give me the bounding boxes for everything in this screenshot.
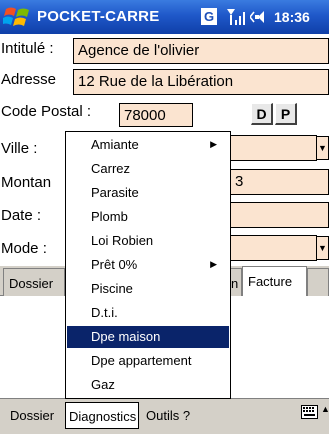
ville-combo[interactable] [230,135,317,161]
menu-item-label: Carrez [91,161,131,176]
mode-label: Mode : [1,240,47,257]
ville-label: Ville : [1,140,38,157]
input-panel-arrow-icon[interactable]: ▲ [321,404,329,424]
tab-more[interactable] [307,268,329,296]
menu-item-label: Loi Robien [91,233,154,248]
montant-field[interactable]: 3 [230,169,329,195]
menu-item[interactable]: D.t.i. [67,302,229,324]
menu-item[interactable]: Dpe appartement [67,350,229,372]
menu-item-label: Amiante [91,137,139,152]
adresse-field[interactable]: 12 Rue de la Libération [73,69,329,95]
menu-item-label: Plomb [91,209,128,224]
signal-icon[interactable] [225,6,247,28]
p-button[interactable]: P [275,103,297,125]
date-field[interactable] [230,202,329,228]
adresse-label: Adresse [1,71,57,88]
clock[interactable]: 18:36 [274,9,310,25]
mode-combo-arrow-icon[interactable]: ▼ [316,236,329,260]
menu-item-label: Prêt 0% [91,257,138,272]
menu-item[interactable]: Piscine [67,278,229,300]
menu-item[interactable]: Parasite [67,182,229,204]
menu-item-label: Dpe appartement [91,353,192,368]
menu-item[interactable]: Gaz [67,374,229,396]
menu-item[interactable]: Amiante ▶ [67,134,229,156]
codepostal-field[interactable]: 78000 [119,103,193,127]
windows-start-icon[interactable] [3,3,33,31]
volume-icon[interactable] [250,8,272,26]
menu-item-label: Parasite [91,185,139,200]
tab-facture[interactable]: Facture [242,266,307,296]
menu-item-label: Gaz [91,377,115,392]
intitule-field[interactable]: Agence de l'olivier [73,38,329,64]
diagnostics-menu: Amiante ▶ Carrez Parasite Plomb Loi Robien Prê… [65,131,231,399]
submenu-arrow-icon: ▶ [210,259,217,269]
intitule-label: Intitulé : [1,40,54,57]
menu-diagnostics[interactable]: Diagnostics [65,402,140,429]
tab-dossier[interactable]: Dossier [3,268,65,296]
submenu-arrow-icon: ▶ [210,139,217,149]
menu-dossier[interactable]: Dossier [7,402,56,429]
gprs-badge: G [201,8,217,25]
menu-item[interactable]: Loi Robien [67,230,229,252]
menu-item[interactable]: Prêt 0% ▶ [67,254,229,276]
keyboard-icon[interactable] [301,405,318,419]
title-bar: POCKET-CARRE G 18:36 [0,0,329,34]
d-button[interactable]: D [251,103,273,125]
menu-item[interactable]: Plomb [67,206,229,228]
codepostal-label: Code Postal : [1,103,92,120]
app-title: POCKET-CARRE [37,8,160,25]
ville-combo-arrow-icon[interactable]: ▼ [316,136,329,160]
menu-item[interactable]: Dpe maison [67,326,229,348]
menu-item-label: Piscine [91,281,133,296]
date-label: Date : [1,207,42,224]
menu-outils[interactable]: Outils ? [143,402,192,429]
menu-item-label: D.t.i. [91,305,118,320]
menu-item-label: Dpe maison [91,329,161,344]
mode-combo[interactable] [230,235,317,261]
menu-item[interactable]: Carrez [67,158,229,180]
montant-label: Montan [1,174,52,191]
